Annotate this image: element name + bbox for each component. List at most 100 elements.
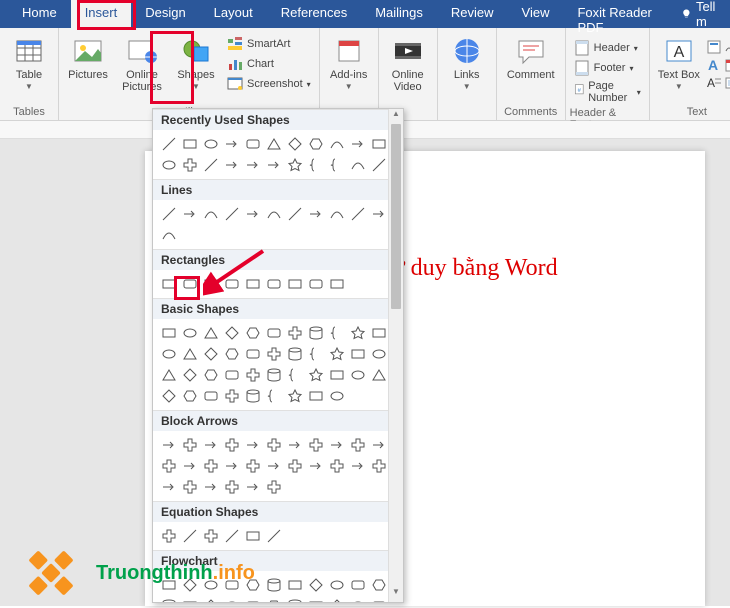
tab-design[interactable]: Design bbox=[131, 0, 199, 28]
shape-recent-5[interactable] bbox=[264, 134, 284, 154]
shape-block-17[interactable] bbox=[285, 456, 305, 476]
shape-lines-8[interactable] bbox=[327, 204, 347, 224]
tab-foxit[interactable]: Foxit Reader PDF bbox=[563, 0, 673, 28]
shape-block-23[interactable] bbox=[180, 477, 200, 497]
shape-flowchart-9[interactable] bbox=[348, 575, 368, 595]
shape-basic-31[interactable] bbox=[348, 365, 368, 385]
shape-flowchart-21[interactable] bbox=[369, 596, 389, 603]
shape-basic-2[interactable] bbox=[201, 323, 221, 343]
comment-button[interactable]: Comment bbox=[501, 31, 561, 104]
shape-block-7[interactable] bbox=[306, 435, 326, 455]
shape-rectangles-7[interactable] bbox=[306, 274, 326, 294]
shape-basic-4[interactable] bbox=[243, 323, 263, 343]
screenshot-button[interactable]: Screenshot▾ bbox=[223, 75, 315, 93]
shape-rectangles-6[interactable] bbox=[285, 274, 305, 294]
shape-lines-0[interactable] bbox=[159, 204, 179, 224]
shape-block-8[interactable] bbox=[327, 435, 347, 455]
shape-block-13[interactable] bbox=[201, 456, 221, 476]
shape-lines-4[interactable] bbox=[243, 204, 263, 224]
tab-view[interactable]: View bbox=[508, 0, 564, 28]
shape-block-11[interactable] bbox=[159, 456, 179, 476]
shape-block-20[interactable] bbox=[348, 456, 368, 476]
shape-basic-35[interactable] bbox=[201, 386, 221, 406]
shape-basic-38[interactable] bbox=[264, 386, 284, 406]
header-button[interactable]: Header▾ bbox=[570, 39, 645, 57]
shape-recent-3[interactable] bbox=[222, 134, 242, 154]
shape-basic-41[interactable] bbox=[327, 386, 347, 406]
shape-flowchart-17[interactable] bbox=[285, 596, 305, 603]
shape-lines-1[interactable] bbox=[180, 204, 200, 224]
online-pictures-button[interactable]: Online Pictures bbox=[115, 31, 169, 104]
shape-basic-15[interactable] bbox=[243, 344, 263, 364]
shape-block-15[interactable] bbox=[243, 456, 263, 476]
shape-basic-33[interactable] bbox=[159, 386, 179, 406]
shape-basic-22[interactable] bbox=[159, 365, 179, 385]
drop-cap-icon[interactable]: A bbox=[706, 75, 722, 91]
shape-flowchart-16[interactable] bbox=[264, 596, 284, 603]
shape-rectangles-5[interactable] bbox=[264, 274, 284, 294]
shape-recent-10[interactable] bbox=[369, 134, 389, 154]
shape-recent-20[interactable] bbox=[348, 155, 368, 175]
shape-block-21[interactable] bbox=[369, 456, 389, 476]
shape-rectangles-2[interactable] bbox=[201, 274, 221, 294]
shape-basic-30[interactable] bbox=[327, 365, 347, 385]
shape-rectangles-3[interactable] bbox=[222, 274, 242, 294]
tab-references[interactable]: References bbox=[267, 0, 361, 28]
shape-basic-9[interactable] bbox=[348, 323, 368, 343]
shapes-button[interactable]: Shapes ▼ bbox=[171, 31, 221, 104]
quick-parts-icon[interactable] bbox=[706, 39, 722, 55]
shape-flowchart-10[interactable] bbox=[369, 575, 389, 595]
shape-basic-14[interactable] bbox=[222, 344, 242, 364]
shape-equation-2[interactable] bbox=[201, 526, 221, 546]
shape-block-19[interactable] bbox=[327, 456, 347, 476]
shape-recent-12[interactable] bbox=[180, 155, 200, 175]
shape-block-12[interactable] bbox=[180, 456, 200, 476]
signature-icon[interactable] bbox=[724, 39, 730, 55]
tell-me[interactable]: Tell m bbox=[673, 0, 730, 28]
date-time-icon[interactable] bbox=[724, 57, 730, 73]
shape-lines-7[interactable] bbox=[306, 204, 326, 224]
shape-recent-16[interactable] bbox=[264, 155, 284, 175]
shape-block-14[interactable] bbox=[222, 456, 242, 476]
shape-basic-27[interactable] bbox=[264, 365, 284, 385]
shape-recent-4[interactable] bbox=[243, 134, 263, 154]
shape-basic-28[interactable] bbox=[285, 365, 305, 385]
shape-block-26[interactable] bbox=[243, 477, 263, 497]
shape-basic-36[interactable] bbox=[222, 386, 242, 406]
shape-recent-21[interactable] bbox=[369, 155, 389, 175]
shape-basic-20[interactable] bbox=[348, 344, 368, 364]
shape-recent-9[interactable] bbox=[348, 134, 368, 154]
shape-basic-40[interactable] bbox=[306, 386, 326, 406]
shape-basic-18[interactable] bbox=[306, 344, 326, 364]
shape-lines-9[interactable] bbox=[348, 204, 368, 224]
shape-recent-14[interactable] bbox=[222, 155, 242, 175]
shape-basic-39[interactable] bbox=[285, 386, 305, 406]
shape-recent-19[interactable] bbox=[327, 155, 347, 175]
scroll-down-icon[interactable]: ▼ bbox=[389, 587, 403, 602]
shape-lines-5[interactable] bbox=[264, 204, 284, 224]
wordart-icon[interactable]: A bbox=[706, 57, 722, 73]
shape-block-0[interactable] bbox=[159, 435, 179, 455]
shape-basic-16[interactable] bbox=[264, 344, 284, 364]
shape-block-2[interactable] bbox=[201, 435, 221, 455]
shape-basic-8[interactable] bbox=[327, 323, 347, 343]
shape-basic-12[interactable] bbox=[180, 344, 200, 364]
shape-block-9[interactable] bbox=[348, 435, 368, 455]
shape-basic-34[interactable] bbox=[180, 386, 200, 406]
shape-flowchart-6[interactable] bbox=[285, 575, 305, 595]
shape-equation-3[interactable] bbox=[222, 526, 242, 546]
chart-button[interactable]: Chart bbox=[223, 55, 315, 73]
shape-basic-7[interactable] bbox=[306, 323, 326, 343]
shape-block-10[interactable] bbox=[369, 435, 389, 455]
shape-recent-1[interactable] bbox=[180, 134, 200, 154]
footer-button[interactable]: Footer▾ bbox=[570, 59, 645, 77]
shape-basic-29[interactable] bbox=[306, 365, 326, 385]
shape-lines-11[interactable] bbox=[159, 225, 179, 245]
shape-block-16[interactable] bbox=[264, 456, 284, 476]
shape-recent-11[interactable] bbox=[159, 155, 179, 175]
shape-basic-32[interactable] bbox=[369, 365, 389, 385]
shape-block-18[interactable] bbox=[306, 456, 326, 476]
shape-basic-6[interactable] bbox=[285, 323, 305, 343]
shape-recent-2[interactable] bbox=[201, 134, 221, 154]
shape-block-1[interactable] bbox=[180, 435, 200, 455]
